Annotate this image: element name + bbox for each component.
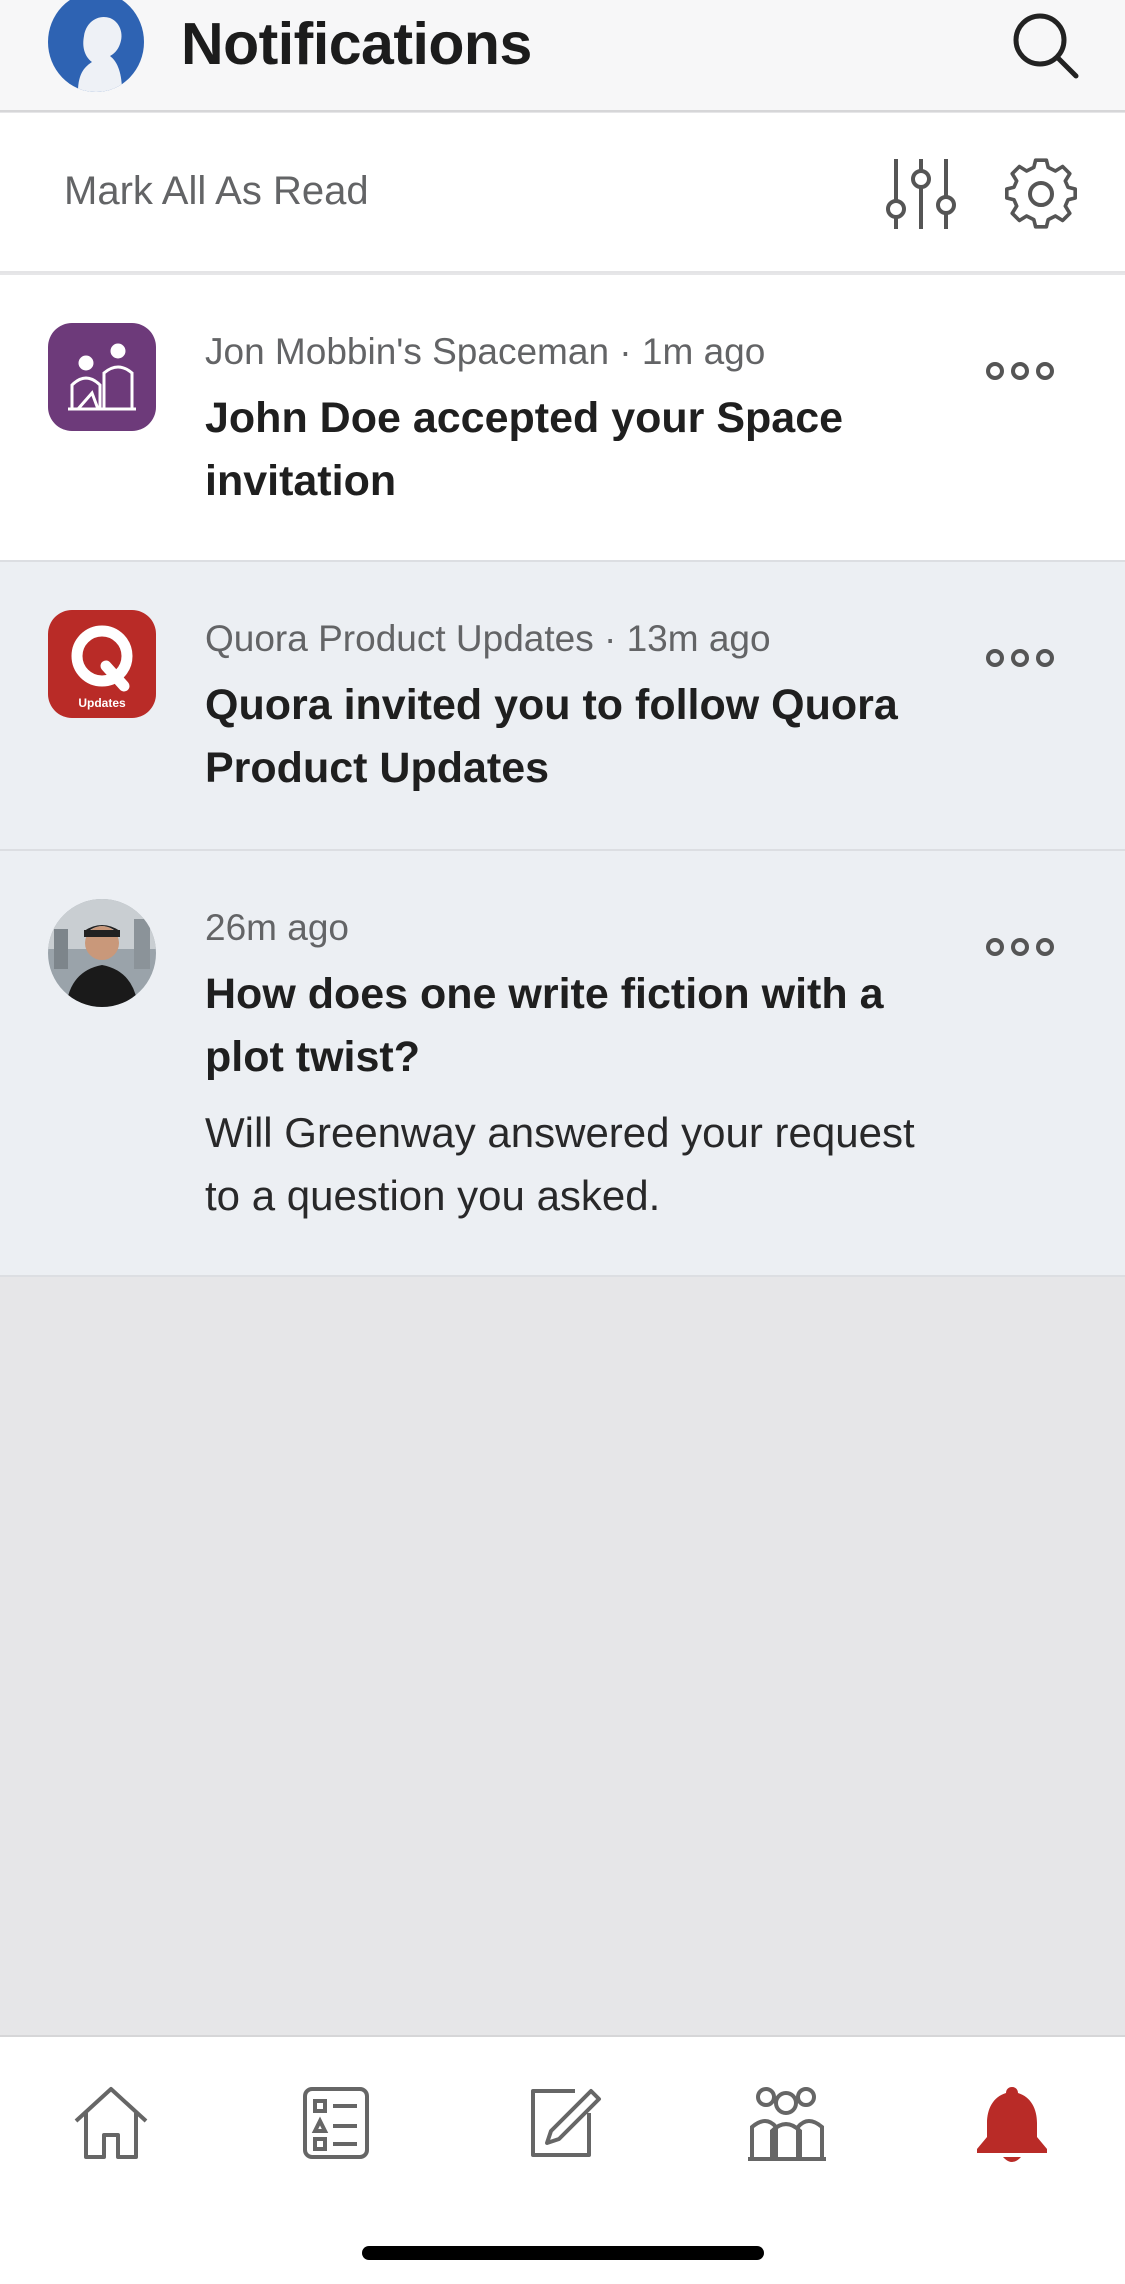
notification-source: Jon Mobbin's Spaceman · 1m ago [205,331,766,372]
tab-spaces[interactable] [742,2077,832,2167]
ellipsis-icon [986,362,1054,380]
updates-logo-label: Updates [78,696,126,710]
notification-title[interactable]: John Doe accepted your Space invitation [205,387,925,513]
ellipsis-icon [986,938,1054,956]
mark-all-read-button[interactable]: Mark All As Read [64,169,369,214]
gear-icon [1004,158,1078,229]
ellipsis-icon [986,649,1054,667]
settings-button[interactable] [1000,153,1082,235]
tab-following[interactable] [291,2077,381,2167]
list-icon [303,2087,369,2159]
filter-button[interactable] [880,153,962,235]
more-options-button[interactable] [985,640,1055,676]
profile-silhouette-icon [78,17,122,92]
notifications-toolbar: Mark All As Read [0,113,1125,273]
space-avatar [48,323,156,431]
notification-title[interactable]: How does one write fiction with a plot t… [205,963,925,1089]
top-bar: Notifications [0,0,1125,112]
page-title: Notifications [181,11,532,77]
notification-item[interactable]: Updates Quora Product Updates · 13m ago … [0,562,1125,851]
search-icon [1013,13,1079,79]
notification-item[interactable]: Jon Mobbin's Spaceman · 1m ago John Doe … [0,275,1125,562]
search-button[interactable] [1010,10,1080,80]
tab-home[interactable] [66,2077,156,2167]
user-avatar [48,899,156,1007]
more-options-button[interactable] [985,929,1055,965]
quora-updates-avatar: Updates [48,610,156,718]
notification-source: 26m ago [205,907,349,948]
pencil-icon [531,2089,601,2157]
profile-avatar[interactable] [48,0,144,92]
user-photo-icon [48,899,156,1007]
notification-item[interactable]: 26m ago How does one write fiction with … [0,851,1125,1277]
space-icon [48,323,156,431]
notification-title[interactable]: Quora invited you to follow Quora Produc… [205,674,925,800]
home-indicator [362,2246,764,2260]
notification-source: Quora Product Updates · 13m ago [205,618,771,659]
notification-body: Will Greenway answered your request to a… [205,1109,915,1219]
quora-updates-logo: Updates [48,610,156,718]
bell-icon [977,2087,1047,2162]
tab-notifications[interactable] [967,2077,1057,2167]
sliders-icon [886,159,956,229]
more-options-button[interactable] [985,353,1055,389]
tab-write[interactable] [517,2077,607,2167]
people-icon [748,2087,826,2161]
home-icon [74,2087,148,2159]
